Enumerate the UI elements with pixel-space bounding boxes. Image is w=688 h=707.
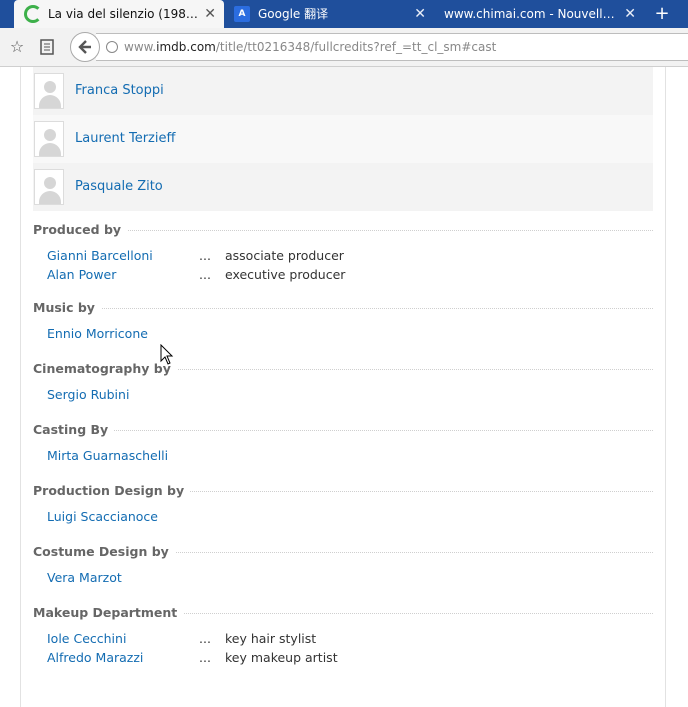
tab-chimai[interactable]: www.chimai.com - Nouvelles ... ✕ xyxy=(434,0,644,28)
cast-row: Laurent Terzieff xyxy=(33,115,653,163)
google-translate-icon: A xyxy=(234,6,250,22)
credit-row: Alfredo Marazzi ... key makeup artist xyxy=(33,648,653,667)
imdb-page: Franca Stoppi Laurent Terzieff Pasquale … xyxy=(20,67,666,707)
loading-spinner-icon xyxy=(24,5,42,23)
credit-role: associate producer xyxy=(225,248,344,263)
close-icon[interactable]: ✕ xyxy=(624,0,636,28)
section-heading: Costume Design by xyxy=(33,544,175,559)
cast-name-link[interactable]: Franca Stoppi xyxy=(75,67,164,115)
cast-name-link[interactable]: Pasquale Zito xyxy=(75,163,163,211)
section-costume-design-by: Costume Design by Vera Marzot xyxy=(33,543,653,587)
section-heading: Music by xyxy=(33,300,101,315)
close-icon[interactable]: ✕ xyxy=(204,0,216,28)
credit-row: Iole Cecchini ... key hair stylist xyxy=(33,629,653,648)
close-icon[interactable]: ✕ xyxy=(414,0,426,28)
back-arrow-icon xyxy=(78,40,91,54)
address-bar[interactable]: www.imdb.com/title/tt0216348/fullcredits… xyxy=(96,33,688,61)
section-casting-by: Casting By Mirta Guarnaschelli xyxy=(33,421,653,465)
credit-row: Sergio Rubini xyxy=(33,385,653,404)
mouse-cursor-icon xyxy=(160,344,174,365)
credit-row: Ennio Morricone xyxy=(33,324,653,343)
section-heading: Produced by xyxy=(33,222,128,237)
section-music-by: Music by Ennio Morricone xyxy=(33,299,653,343)
tab-title: La via del silenzio (1980) -... xyxy=(48,7,218,21)
cast-name-link[interactable]: Laurent Terzieff xyxy=(75,115,175,163)
person-link[interactable]: Mirta Guarnaschelli xyxy=(47,446,168,465)
credit-role: key hair stylist xyxy=(225,631,317,646)
person-link[interactable]: Gianni Barcelloni xyxy=(47,246,153,265)
back-button[interactable] xyxy=(70,32,100,62)
credit-role: key makeup artist xyxy=(225,650,338,665)
reading-list-icon[interactable] xyxy=(36,36,58,58)
person-link[interactable]: Alfredo Marazzi xyxy=(47,648,143,667)
tab-imdb[interactable]: La via del silenzio (1980) -... ✕ xyxy=(14,0,224,28)
tab-title: Google 翻译 xyxy=(258,7,329,21)
globe-icon xyxy=(106,41,118,53)
credit-role: executive producer xyxy=(225,267,346,282)
no-photo-avatar-icon[interactable] xyxy=(34,121,64,157)
person-link[interactable]: Sergio Rubini xyxy=(47,385,129,404)
person-link[interactable]: Alan Power xyxy=(47,265,116,284)
person-link[interactable]: Vera Marzot xyxy=(47,568,122,587)
section-production-design-by: Production Design by Luigi Scaccianoce xyxy=(33,482,653,526)
person-link[interactable]: Luigi Scaccianoce xyxy=(47,507,158,526)
credit-row: Luigi Scaccianoce xyxy=(33,507,653,526)
tab-title: www.chimai.com - Nouvelles ... xyxy=(444,7,632,21)
cast-row: Franca Stoppi xyxy=(33,67,653,115)
browser-toolbar: ☆ www.imdb.com/title/tt0216348/fullcredi… xyxy=(0,28,688,67)
section-heading: Makeup Department xyxy=(33,605,184,620)
credit-dots: ... xyxy=(199,248,211,263)
url-text: www.imdb.com/title/tt0216348/fullcredits… xyxy=(124,40,497,54)
person-link[interactable]: Iole Cecchini xyxy=(47,629,126,648)
no-photo-avatar-icon[interactable] xyxy=(34,73,64,109)
no-photo-avatar-icon[interactable] xyxy=(34,169,64,205)
credit-dots: ... xyxy=(199,267,211,282)
section-makeup-department: Makeup Department Iole Cecchini ... key … xyxy=(33,604,653,667)
cast-row: Pasquale Zito xyxy=(33,163,653,211)
section-produced-by: Produced by Gianni Barcelloni ... associ… xyxy=(33,221,653,284)
section-heading: Cinematography by xyxy=(33,361,177,376)
new-tab-button[interactable]: + xyxy=(648,4,676,24)
tab-strip: La via del silenzio (1980) -... ✕ A Goog… xyxy=(0,0,688,28)
credit-row: Gianni Barcelloni ... associate producer xyxy=(33,246,653,265)
credit-row: Mirta Guarnaschelli xyxy=(33,446,653,465)
section-heading: Casting By xyxy=(33,422,115,437)
section-cinematography-by: Cinematography by Sergio Rubini xyxy=(33,360,653,404)
credit-row: Vera Marzot xyxy=(33,568,653,587)
section-heading: Production Design by xyxy=(33,483,191,498)
full-credits: Franca Stoppi Laurent Terzieff Pasquale … xyxy=(33,67,653,667)
tab-google-translate[interactable]: A Google 翻译 ✕ xyxy=(224,0,434,28)
credit-dots: ... xyxy=(199,631,211,646)
credit-dots: ... xyxy=(199,650,211,665)
credit-row: Alan Power ... executive producer xyxy=(33,265,653,284)
person-link[interactable]: Ennio Morricone xyxy=(47,324,148,343)
bookmark-star-icon[interactable]: ☆ xyxy=(6,36,28,58)
